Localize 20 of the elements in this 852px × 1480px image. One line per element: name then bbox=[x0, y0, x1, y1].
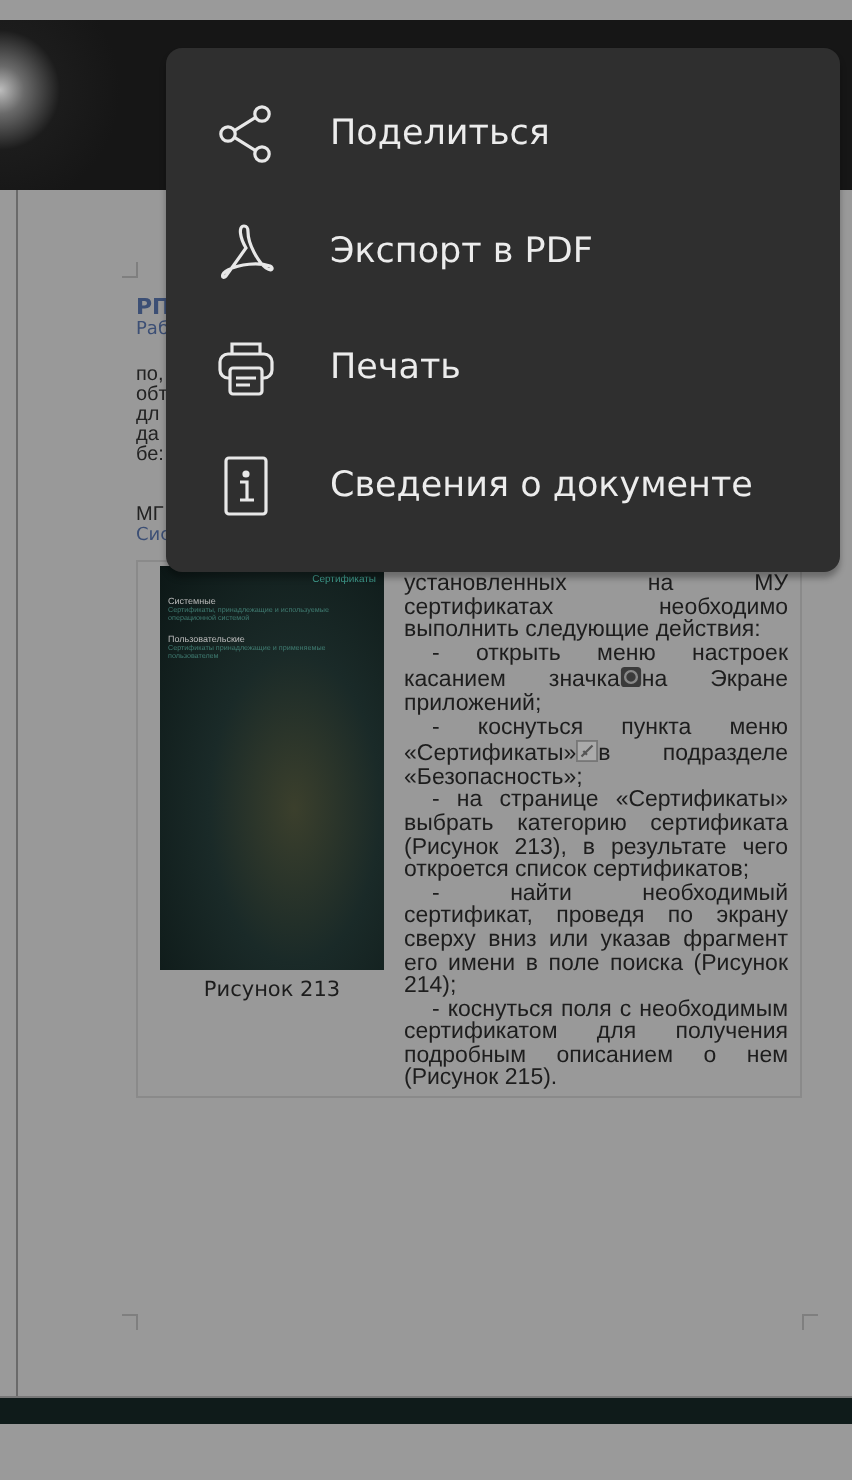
paragraph: - коснуться поля с необходимым сертификатом для получения подробным описанием о нем (Рисунок 215). bbox=[404, 999, 788, 1093]
text-fragment: дл bbox=[136, 406, 160, 426]
certificate-icon bbox=[576, 740, 599, 763]
figure-caption: Рисунок 213 bbox=[203, 978, 341, 1002]
text-fragment: бе: bbox=[136, 446, 164, 466]
paragraph: - найти необходимый сертификат, проведя по экрану сверху вниз или указав фрагмент его имени в поле поиска (Рисунок 214); bbox=[404, 883, 788, 999]
gear-icon bbox=[619, 666, 642, 689]
menu-item[interactable]: Сведения о документе bbox=[166, 427, 840, 544]
paragraph: - коснуться пункта меню «Сертификаты» в подразделе «Безопасность»; bbox=[404, 717, 788, 790]
paragraph: - открыть меню настроек касанием значка на Экране приложений; bbox=[404, 643, 788, 718]
text-fragment: обт bbox=[136, 386, 168, 406]
menu-item[interactable]: Поделиться bbox=[166, 76, 840, 193]
paragraph: - на странице «Сертификаты» выбрать категорию сертификата (Рисунок 213), в результате чего откроется список сертификатов; bbox=[404, 790, 788, 883]
section-title: МГ bbox=[136, 506, 164, 526]
text-fragment: по, bbox=[136, 366, 164, 386]
paragraph: установленных на МУ сертификатах необходимо выполнить следующие действия: bbox=[404, 574, 788, 644]
text-fragment: да bbox=[136, 426, 159, 446]
menu-item[interactable]: Печать bbox=[166, 310, 840, 427]
printer-icon bbox=[214, 336, 278, 401]
menu-item[interactable]: Экспорт в PDF bbox=[166, 193, 840, 310]
